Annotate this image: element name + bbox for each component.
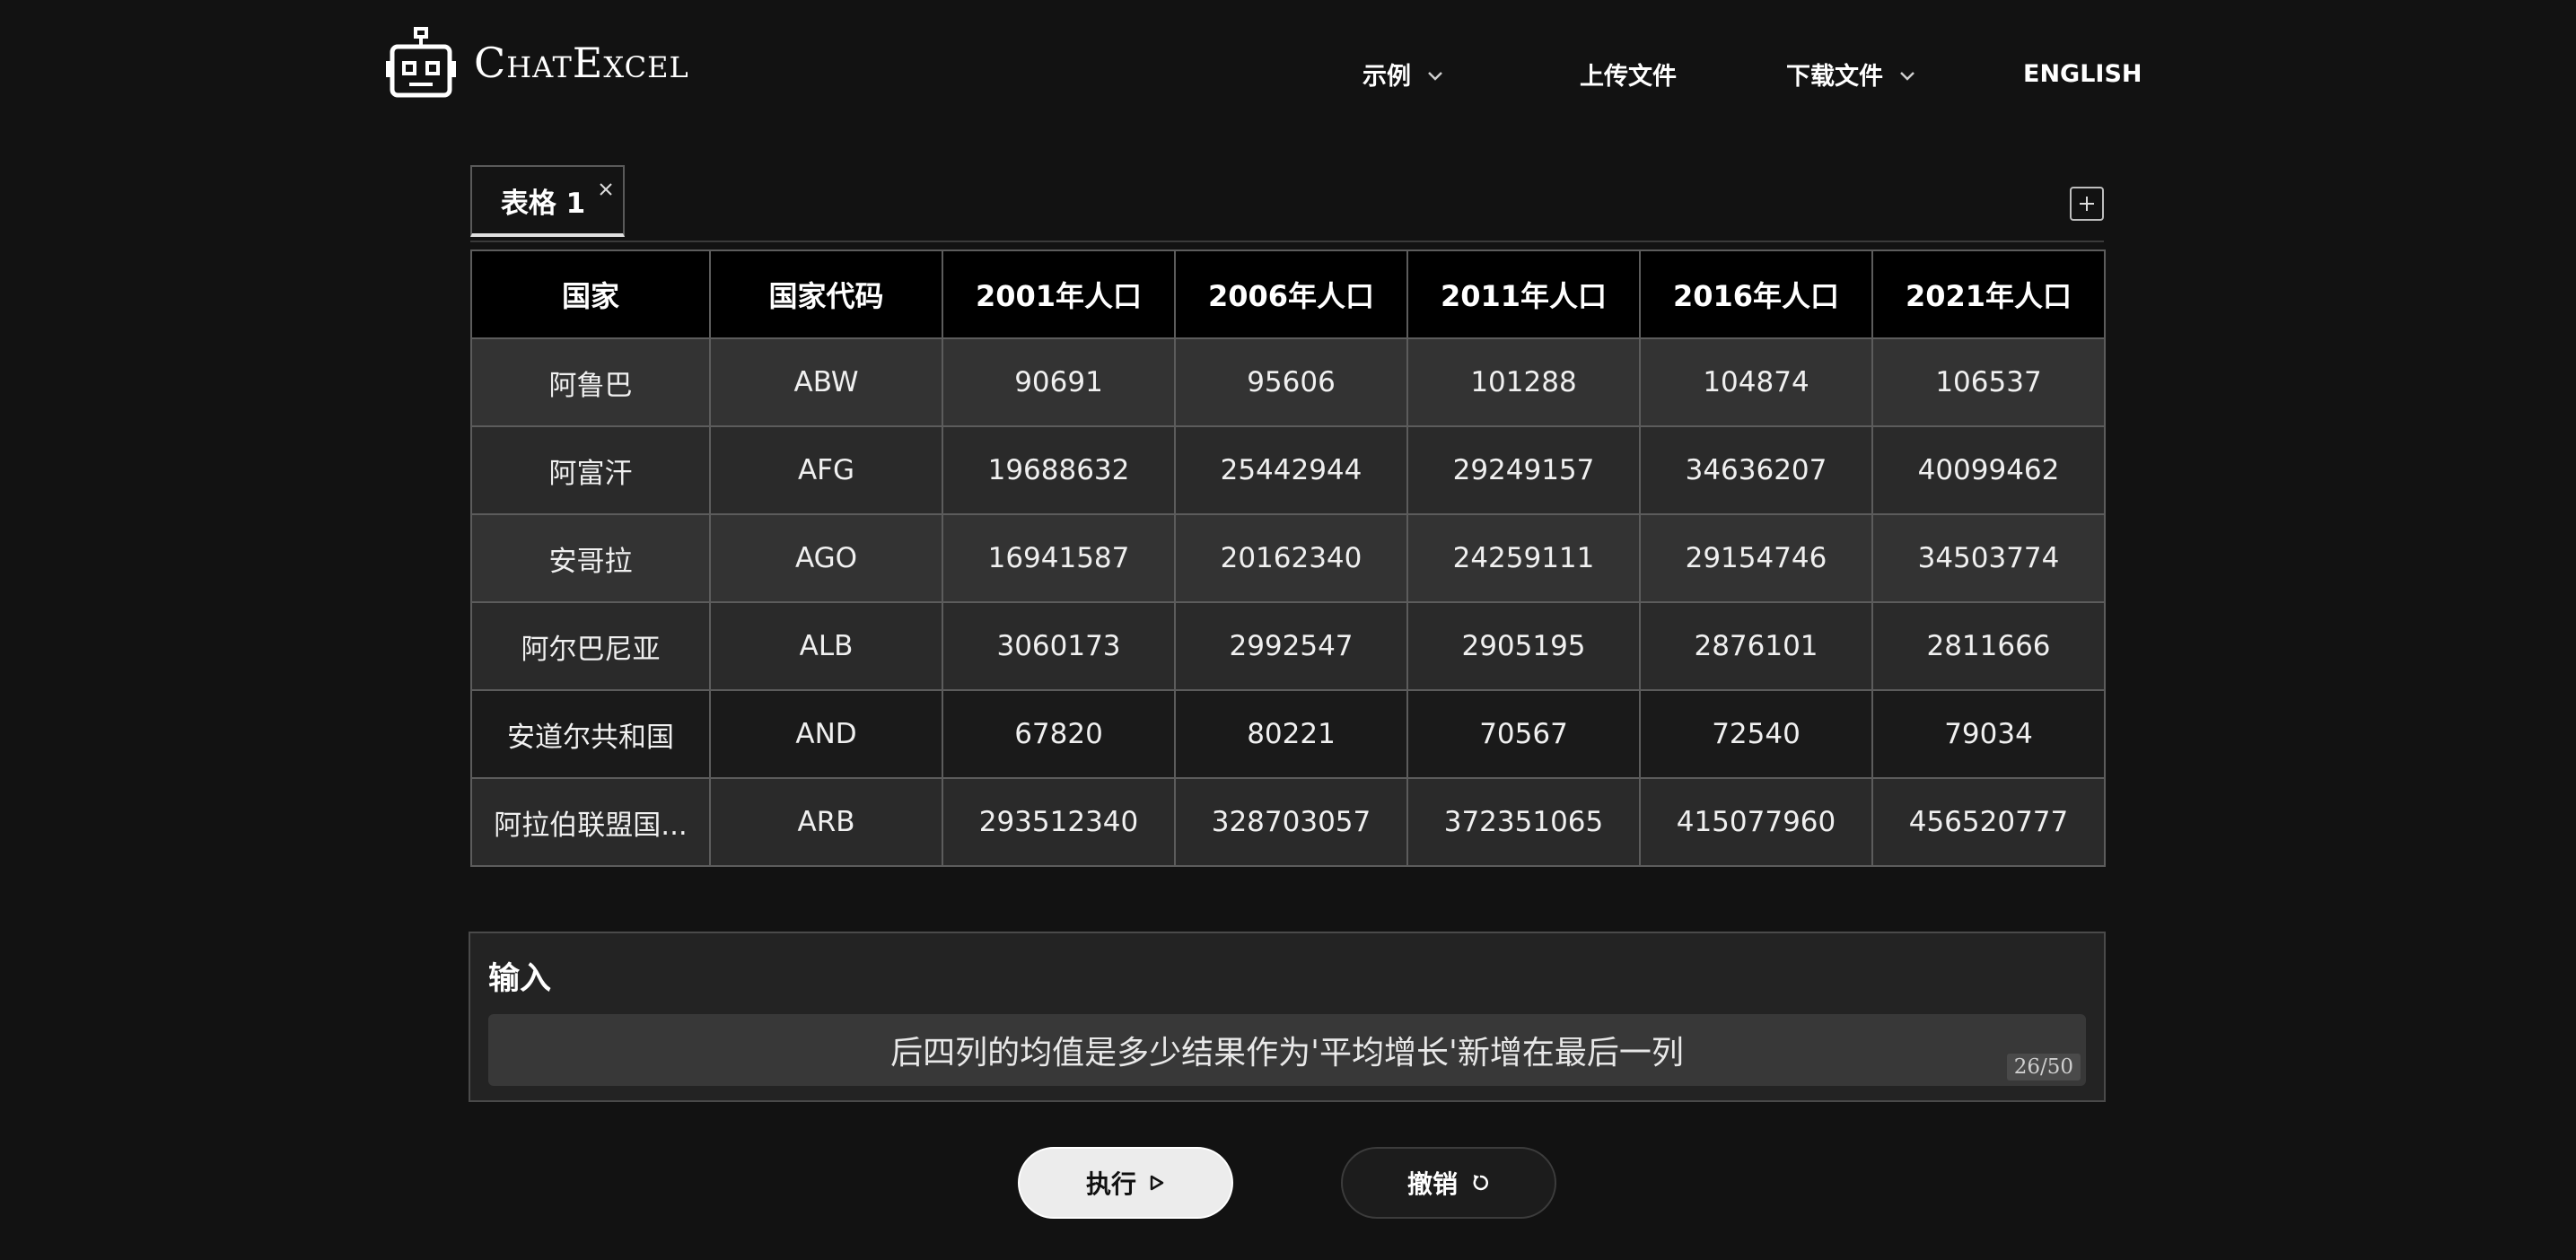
prompt-input-value: 后四列的均值是多少结果作为'平均增长'新增在最后一列: [890, 1035, 1684, 1072]
table-cell[interactable]: 29249157: [1406, 425, 1641, 515]
table-cell[interactable]: 34636207: [1639, 425, 1873, 515]
table-row: 安哥拉 AGO 16941587 20162340 24259111 29154…: [470, 513, 2106, 603]
header: ChatExcel 示例 上传文件 下载文件 ENGLISH: [0, 0, 2576, 153]
table-cell[interactable]: 2905195: [1406, 601, 1641, 691]
close-icon[interactable]: [598, 172, 614, 196]
undo-button-label: 撤销: [1406, 1169, 1458, 1199]
table-cell[interactable]: 16941587: [942, 513, 1176, 603]
table-cell[interactable]: 2876101: [1639, 601, 1873, 691]
play-icon: [1149, 1174, 1165, 1192]
data-table: 国家 国家代码 2001年人口 2006年人口 2011年人口 2016年人口 …: [470, 249, 2106, 867]
table-cell[interactable]: 456520777: [1871, 777, 2106, 867]
table-cell[interactable]: ALB: [709, 601, 943, 691]
table-cell[interactable]: 40099462: [1871, 425, 2106, 515]
prompt-input[interactable]: 后四列的均值是多少结果作为'平均增长'新增在最后一列 26/50: [488, 1014, 2086, 1086]
table-cell[interactable]: 101288: [1406, 337, 1641, 427]
table-cell[interactable]: 安道尔共和国: [470, 689, 711, 779]
table-cell[interactable]: 25442944: [1174, 425, 1408, 515]
nav-language-toggle[interactable]: ENGLISH: [2023, 54, 2142, 93]
run-button[interactable]: 执行: [1018, 1147, 1233, 1219]
table-cell[interactable]: AGO: [709, 513, 943, 603]
run-button-label: 执行: [1085, 1169, 1136, 1199]
column-header[interactable]: 2006年人口: [1174, 249, 1408, 339]
add-tab-button[interactable]: [2070, 187, 2104, 221]
table-cell[interactable]: 293512340: [942, 777, 1176, 867]
column-header[interactable]: 2001年人口: [942, 249, 1176, 339]
table-cell[interactable]: 328703057: [1174, 777, 1408, 867]
tab-label: 表格 1: [500, 187, 586, 220]
table-cell[interactable]: 阿富汗: [470, 425, 711, 515]
table-header-row: 国家 国家代码 2001年人口 2006年人口 2011年人口 2016年人口 …: [470, 249, 2106, 339]
undo-icon: [1470, 1173, 1490, 1193]
input-title: 输入: [488, 961, 552, 997]
column-header[interactable]: 国家代码: [709, 249, 943, 339]
chevron-down-icon: [1427, 60, 1443, 88]
table-row: 阿拉伯联盟国... ARB 293512340 328703057 372351…: [470, 777, 2106, 867]
table-cell[interactable]: 106537: [1871, 337, 2106, 427]
table-cell[interactable]: 24259111: [1406, 513, 1641, 603]
table-cell[interactable]: 70567: [1406, 689, 1641, 779]
undo-button[interactable]: 撤销: [1341, 1147, 1556, 1219]
table-cell[interactable]: 80221: [1174, 689, 1408, 779]
table-cell[interactable]: 72540: [1639, 689, 1873, 779]
nav-download-label: 下载文件: [1786, 62, 1883, 91]
nav-examples-label: 示例: [1362, 62, 1411, 91]
table-cell[interactable]: 415077960: [1639, 777, 1873, 867]
logo-text: ChatExcel: [474, 39, 689, 87]
column-header[interactable]: 国家: [470, 249, 711, 339]
table-cell[interactable]: 安哥拉: [470, 513, 711, 603]
data-table-container: 国家 国家代码 2001年人口 2006年人口 2011年人口 2016年人口 …: [470, 249, 2106, 867]
table-cell[interactable]: 104874: [1639, 337, 1873, 427]
table-cell[interactable]: ABW: [709, 337, 943, 427]
column-header[interactable]: 2021年人口: [1871, 249, 2106, 339]
table-row: 阿尔巴尼亚 ALB 3060173 2992547 2905195 287610…: [470, 601, 2106, 691]
table-cell[interactable]: 20162340: [1174, 513, 1408, 603]
sheet-tab-bar: 表格 1: [470, 165, 2104, 242]
table-cell[interactable]: 阿尔巴尼亚: [470, 601, 711, 691]
table-cell[interactable]: 19688632: [942, 425, 1176, 515]
table-cell[interactable]: 3060173: [942, 601, 1176, 691]
table-cell[interactable]: 67820: [942, 689, 1176, 779]
table-row: 阿富汗 AFG 19688632 25442944 29249157 34636…: [470, 425, 2106, 515]
column-header[interactable]: 2011年人口: [1406, 249, 1641, 339]
nav-download[interactable]: 下载文件: [1786, 54, 1915, 93]
nav-examples[interactable]: 示例: [1362, 54, 1443, 93]
robot-icon: [386, 27, 456, 98]
plus-icon: [2080, 197, 2094, 211]
table-cell[interactable]: ARB: [709, 777, 943, 867]
logo[interactable]: ChatExcel: [384, 27, 689, 99]
table-cell[interactable]: 阿拉伯联盟国...: [470, 777, 711, 867]
table-cell[interactable]: 阿鲁巴: [470, 337, 711, 427]
column-header[interactable]: 2016年人口: [1639, 249, 1873, 339]
table-cell[interactable]: 90691: [942, 337, 1176, 427]
tab-sheet-1[interactable]: 表格 1: [470, 165, 625, 237]
table-row: 阿鲁巴 ABW 90691 95606 101288 104874 106537: [470, 337, 2106, 427]
table-row: 安道尔共和国 AND 67820 80221 70567 72540 79034: [470, 689, 2106, 779]
table-cell[interactable]: 95606: [1174, 337, 1408, 427]
table-cell[interactable]: 29154746: [1639, 513, 1873, 603]
nav-upload-label: 上传文件: [1580, 62, 1677, 91]
table-cell[interactable]: 372351065: [1406, 777, 1641, 867]
input-panel: 输入 后四列的均值是多少结果作为'平均增长'新增在最后一列 26/50: [469, 932, 2106, 1102]
table-cell[interactable]: AND: [709, 689, 943, 779]
nav-language-label: ENGLISH: [2023, 59, 2142, 88]
table-cell[interactable]: 34503774: [1871, 513, 2106, 603]
table-cell[interactable]: 79034: [1871, 689, 2106, 779]
table-cell[interactable]: AFG: [709, 425, 943, 515]
nav-upload[interactable]: 上传文件: [1580, 54, 1677, 93]
chevron-down-icon: [1899, 60, 1915, 88]
table-cell[interactable]: 2811666: [1871, 601, 2106, 691]
char-count-badge: 26/50: [2006, 1054, 2081, 1081]
table-cell[interactable]: 2992547: [1174, 601, 1408, 691]
